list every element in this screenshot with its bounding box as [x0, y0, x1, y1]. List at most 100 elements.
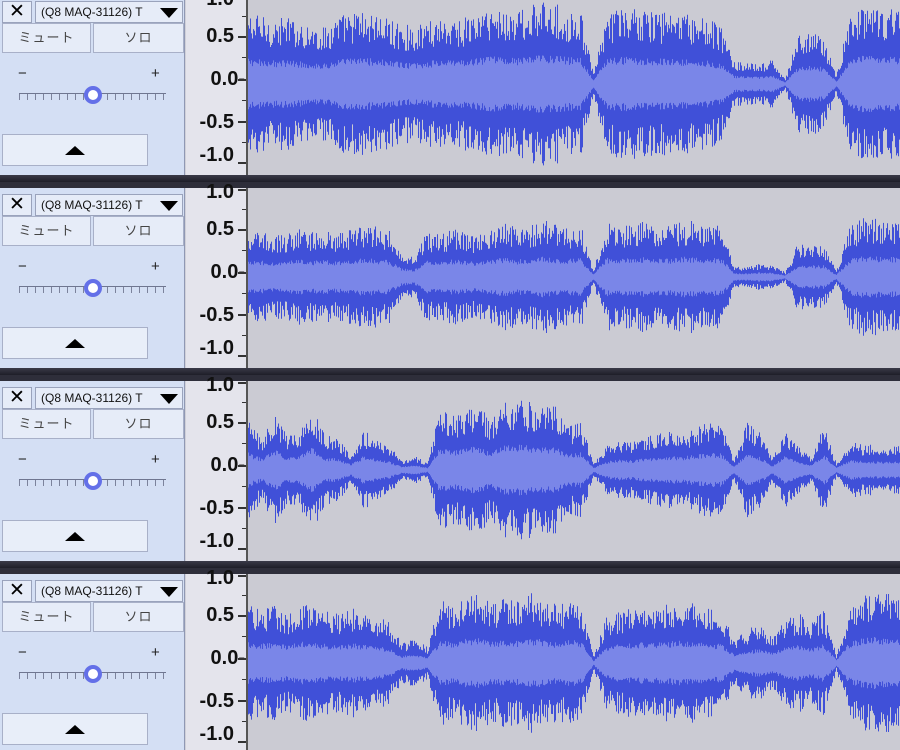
dropdown-arrow-icon	[160, 587, 178, 597]
ruler-tick	[238, 355, 246, 357]
ruler-tick	[238, 422, 246, 424]
waveform-svg	[248, 218, 900, 336]
waveform-display[interactable]	[248, 381, 900, 561]
ruler-tick	[238, 575, 246, 577]
collapse-track-button[interactable]	[2, 134, 148, 166]
ruler-tick	[242, 443, 246, 444]
waveform-svg	[248, 400, 900, 540]
gain-minus-label: −	[18, 258, 27, 275]
gain-plus-label: +	[151, 451, 160, 468]
ruler-tick	[238, 465, 246, 467]
mute-button[interactable]: ミュート	[2, 23, 91, 53]
gain-slider[interactable]	[19, 472, 166, 490]
ruler-tick	[238, 36, 246, 38]
track-name-menu[interactable]: (Q8 MAQ-31126) T	[35, 1, 183, 23]
ruler-tick	[238, 189, 246, 191]
amplitude-ruler: 1.0 0.5 0.0- -0.5 -1.0	[186, 0, 248, 175]
track-name: (Q8 MAQ-31126) T	[41, 584, 143, 598]
scale-label-pos-1: 1.0	[206, 0, 234, 9]
close-track-button[interactable]: ✕	[2, 387, 32, 409]
amplitude-ruler: 1.0 0.5 0.0- -0.5 -1.0	[186, 182, 248, 368]
collapse-track-button[interactable]	[2, 520, 148, 552]
scale-label-pos-0-5: 0.5	[206, 604, 234, 626]
ruler-tick	[238, 229, 246, 231]
track-name-menu[interactable]: (Q8 MAQ-31126) T	[35, 387, 183, 409]
slider-thumb[interactable]	[83, 86, 102, 104]
gain-minus-label: −	[18, 65, 27, 82]
ruler-tick	[238, 548, 246, 550]
close-icon: ✕	[9, 387, 25, 408]
gain-control: − +	[0, 59, 184, 129]
scale-label-pos-0-5: 0.5	[206, 411, 234, 433]
slider-thumb[interactable]	[83, 665, 102, 683]
ruler-tick	[242, 528, 246, 529]
close-track-button[interactable]: ✕	[2, 580, 32, 602]
waveform-display[interactable]	[248, 188, 900, 368]
gain-slider[interactable]	[19, 86, 166, 104]
gain-slider[interactable]	[19, 665, 166, 683]
solo-button[interactable]: ソロ	[93, 23, 184, 53]
ruler-tick	[242, 402, 246, 403]
solo-button[interactable]: ソロ	[93, 602, 184, 632]
collapse-up-icon	[65, 725, 85, 734]
track-name-menu[interactable]: (Q8 MAQ-31126) T	[35, 580, 183, 602]
ruler-tick	[242, 293, 246, 294]
scale-label-neg-1: -1.0	[199, 144, 234, 166]
gain-control: − +	[0, 252, 184, 322]
ruler-tick	[242, 100, 246, 101]
waveform-display[interactable]	[248, 574, 900, 750]
ruler-tick	[242, 486, 246, 487]
scale-label-neg-0-5: -0.5	[199, 690, 234, 712]
ruler-tick	[238, 79, 246, 81]
close-track-button[interactable]: ✕	[2, 194, 32, 216]
audio-track: ✕ (Q8 MAQ-31126) T ミュート ソロ − + 1.0	[0, 568, 900, 750]
solo-button[interactable]: ソロ	[93, 216, 184, 246]
collapse-track-button[interactable]	[2, 327, 148, 359]
track-control-panel: ✕ (Q8 MAQ-31126) T ミュート ソロ − +	[0, 574, 185, 750]
gain-control: − +	[0, 445, 184, 515]
scale-label-pos-1: 1.0	[206, 181, 234, 203]
close-icon: ✕	[9, 194, 25, 215]
ruler-tick	[238, 272, 246, 274]
slider-thumb[interactable]	[83, 279, 102, 297]
track-name-menu[interactable]: (Q8 MAQ-31126) T	[35, 194, 183, 216]
waveform-svg	[248, 2, 900, 166]
gain-slider[interactable]	[19, 279, 166, 297]
track-control-panel: ✕ (Q8 MAQ-31126) T ミュート ソロ − +	[0, 188, 185, 368]
mute-button[interactable]: ミュート	[2, 409, 91, 439]
ruler-tick	[238, 615, 246, 617]
collapse-track-button[interactable]	[2, 713, 148, 745]
mute-button[interactable]: ミュート	[2, 216, 91, 246]
ruler-tick	[242, 16, 246, 17]
scale-label-neg-1: -1.0	[199, 530, 234, 552]
ruler-tick	[238, 314, 246, 316]
waveform-svg	[248, 593, 900, 733]
close-icon: ✕	[9, 580, 25, 601]
audio-track: ✕ (Q8 MAQ-31126) T ミュート ソロ − + 1.0	[0, 0, 900, 182]
scale-label-pos-1: 1.0	[206, 567, 234, 589]
dropdown-arrow-icon	[160, 201, 178, 211]
track-name: (Q8 MAQ-31126) T	[41, 5, 143, 19]
ruler-tick	[238, 700, 246, 702]
ruler-tick	[242, 250, 246, 251]
slider-thumb[interactable]	[83, 472, 102, 490]
track-panel: ✕ (Q8 MAQ-31126) T ミュート ソロ − + 1.0	[0, 0, 900, 750]
track-name: (Q8 MAQ-31126) T	[41, 198, 143, 212]
scale-label-neg-0-5: -0.5	[199, 304, 234, 326]
ruler-tick	[242, 595, 246, 596]
amplitude-ruler: 1.0 0.5 0.0- -0.5 -1.0	[186, 375, 248, 561]
ruler-tick	[238, 741, 246, 743]
ruler-tick	[242, 721, 246, 722]
audio-track: ✕ (Q8 MAQ-31126) T ミュート ソロ − + 1.0	[0, 182, 900, 375]
ruler-tick	[238, 162, 246, 164]
ruler-tick	[242, 142, 246, 143]
close-track-button[interactable]: ✕	[2, 1, 32, 23]
gain-minus-label: −	[18, 451, 27, 468]
scale-label-neg-1: -1.0	[199, 337, 234, 359]
waveform-display[interactable]	[248, 0, 900, 175]
mute-button[interactable]: ミュート	[2, 602, 91, 632]
collapse-up-icon	[65, 532, 85, 541]
solo-button[interactable]: ソロ	[93, 409, 184, 439]
amplitude-ruler: 1.0 0.5 0.0- -0.5 -1.0	[186, 568, 248, 750]
ruler-tick	[238, 507, 246, 509]
